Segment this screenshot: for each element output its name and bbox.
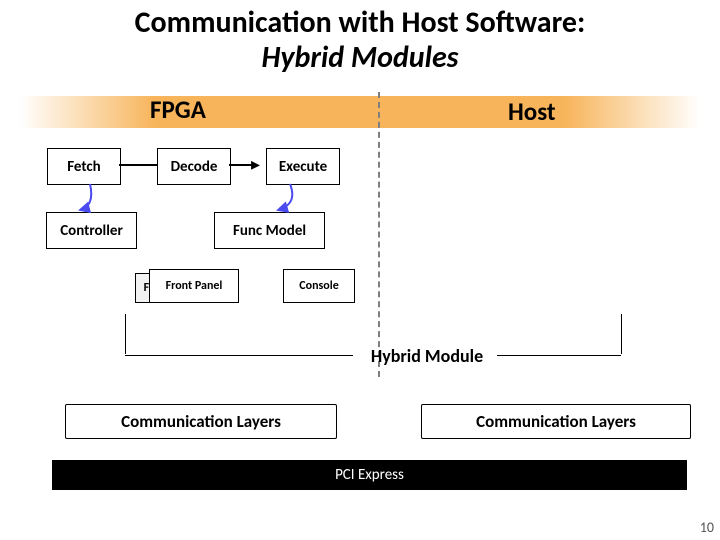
fetch-label: Fetch <box>67 158 100 176</box>
comm-layers-left-box: Communication Layers <box>65 404 337 439</box>
comm-layers-right-label: Communication Layers <box>476 411 636 432</box>
header-gradient-band <box>20 96 700 128</box>
arrow-execute-funcmodel <box>278 184 328 214</box>
title-line2: Hybrid Modules <box>261 39 458 76</box>
hybrid-bracket-right <box>620 314 622 354</box>
decode-label: Decode <box>171 158 218 176</box>
func-model-box: Func Model <box>214 212 325 249</box>
hybrid-bracket-left <box>125 314 127 354</box>
controller-label: Controller <box>60 222 123 240</box>
front-panel-label: Front Panel <box>166 279 223 293</box>
pci-express-bar: PCI Express <box>52 460 687 490</box>
comm-layers-left-label: Communication Layers <box>121 411 281 432</box>
func-model-label: Func Model <box>233 222 306 240</box>
host-heading: Host <box>508 96 556 127</box>
execute-box: Execute <box>266 148 340 185</box>
hybrid-module-label: Hybrid Module <box>357 345 497 367</box>
comm-layers-right-box: Communication Layers <box>421 404 691 439</box>
hybrid-bracket-top-right <box>497 355 621 356</box>
front-panel-box: Front Panel <box>149 269 239 303</box>
title-line1: Communication with Host Software: <box>135 4 586 41</box>
page-title: Communication with Host Software: Hybrid… <box>0 6 720 75</box>
arrow-fetch-controller <box>80 184 150 214</box>
console-label: Console <box>299 279 338 293</box>
console-box: Console <box>283 269 355 303</box>
decode-box: Decode <box>157 148 231 185</box>
pci-express-label: PCI Express <box>335 466 404 484</box>
arrow-fetch-decode <box>119 164 157 166</box>
arrow-decode-execute-head: ▸ <box>251 155 260 173</box>
controller-box: Controller <box>46 212 137 249</box>
fpga-heading: FPGA <box>150 94 206 125</box>
hybrid-bracket-top-left <box>125 355 353 356</box>
fetch-box: Fetch <box>47 148 121 185</box>
fpga-host-divider <box>378 92 380 377</box>
page-number: 10 <box>700 519 714 536</box>
execute-label: Execute <box>279 158 327 176</box>
